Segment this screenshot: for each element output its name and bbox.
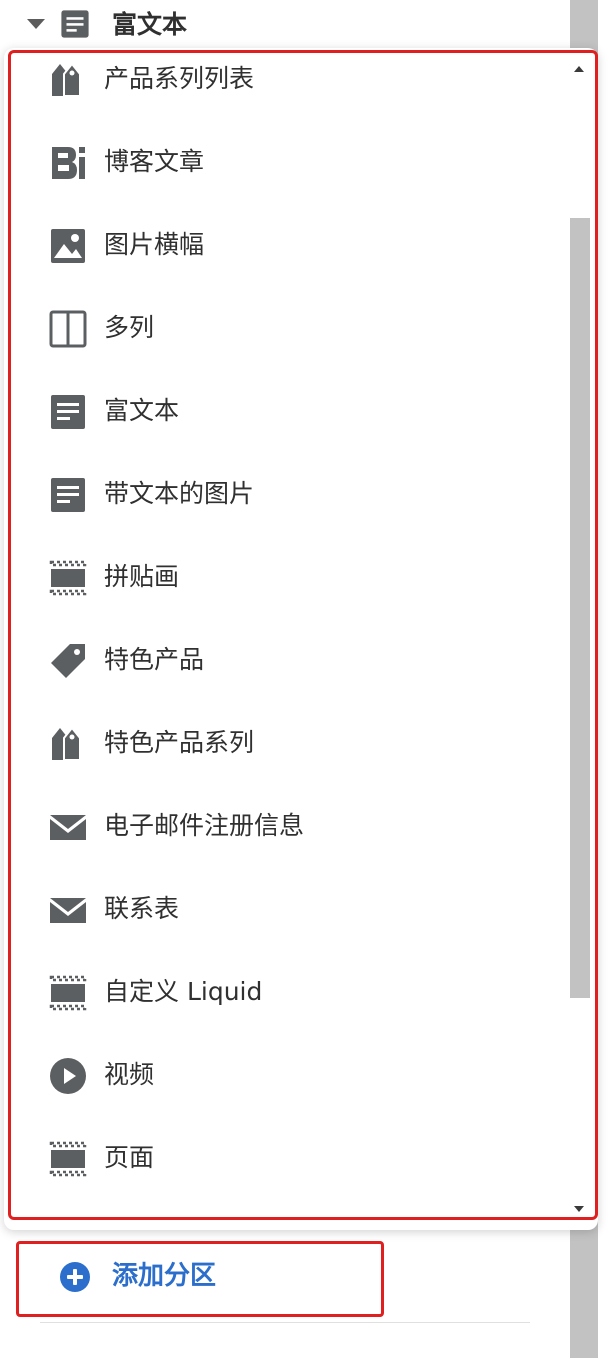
collage-icon xyxy=(49,560,87,596)
list-item-label: 视频 xyxy=(104,1060,155,1089)
play-icon xyxy=(50,1058,86,1094)
list-item-label: 联系表 xyxy=(104,894,180,923)
list-item[interactable]: 带文本的图片 xyxy=(4,469,564,529)
list-item[interactable]: 图片横幅 xyxy=(4,220,564,280)
email-icon xyxy=(50,898,86,923)
scrollbar-thumb[interactable] xyxy=(570,218,590,998)
text-block-icon xyxy=(61,10,89,38)
collection-icon xyxy=(52,726,81,761)
list-item[interactable]: 特色产品系列 xyxy=(4,718,564,778)
list-item-label: 自定义 Liquid xyxy=(104,977,263,1006)
list-item[interactable]: 特色产品 xyxy=(4,635,564,695)
text-block-icon xyxy=(51,395,85,429)
collage-icon xyxy=(49,1141,87,1177)
list-item[interactable]: 多列 xyxy=(4,303,564,363)
list-item[interactable]: 自定义 Liquid xyxy=(4,967,564,1027)
list-item[interactable]: 产品系列列表 xyxy=(4,54,564,114)
list-item[interactable]: 博客文章 xyxy=(4,137,564,197)
section-picker-panel: 产品系列列表 博客文章 图片横幅 多列 富文本 带文本的图片 拼贴画 特色产品 … xyxy=(4,48,598,1230)
list-item[interactable]: 富文本 xyxy=(4,386,564,446)
list-item-label: 拼贴画 xyxy=(104,562,180,591)
list-item[interactable]: 联系表 xyxy=(4,884,564,944)
add-section-button[interactable]: 添加分区 xyxy=(56,1258,316,1298)
section-header[interactable]: 富文本 xyxy=(0,0,570,50)
text-block-icon xyxy=(51,478,85,512)
list-item-label: 特色产品系列 xyxy=(104,728,255,757)
list-item[interactable]: 视频 xyxy=(4,1050,564,1110)
collage-icon xyxy=(49,975,87,1011)
plus-circle-icon xyxy=(60,1262,90,1292)
collection-icon xyxy=(52,62,81,97)
columns-icon xyxy=(49,310,87,348)
scroll-up-icon[interactable] xyxy=(574,66,584,72)
list-item-label: 图片横幅 xyxy=(104,230,205,259)
list-item-label: 博客文章 xyxy=(104,147,205,176)
header-title: 富文本 xyxy=(112,10,188,39)
list-item-label: 产品系列列表 xyxy=(104,64,255,93)
image-icon xyxy=(51,229,85,263)
list-item-label: 特色产品 xyxy=(104,645,205,674)
tag-icon xyxy=(51,644,85,678)
list-item-label: 电子邮件注册信息 xyxy=(104,811,305,840)
list-scrollbar[interactable] xyxy=(566,48,594,1230)
blog-icon xyxy=(52,147,85,179)
list-item-label: 页面 xyxy=(104,1143,155,1172)
list-item[interactable]: 电子邮件注册信息 xyxy=(4,801,564,861)
list-item[interactable]: 拼贴画 xyxy=(4,552,564,612)
add-section-label: 添加分区 xyxy=(112,1261,217,1291)
scroll-down-icon[interactable] xyxy=(574,1206,584,1212)
list-item-label: 富文本 xyxy=(104,396,180,425)
list-item-label: 带文本的图片 xyxy=(104,479,255,508)
section-list: 产品系列列表 博客文章 图片横幅 多列 富文本 带文本的图片 拼贴画 特色产品 … xyxy=(4,48,564,1230)
divider xyxy=(40,1322,530,1323)
list-item[interactable]: 页面 xyxy=(4,1133,564,1193)
email-icon xyxy=(50,815,86,840)
caret-down-icon[interactable] xyxy=(27,19,45,29)
list-item-label: 多列 xyxy=(104,313,155,342)
